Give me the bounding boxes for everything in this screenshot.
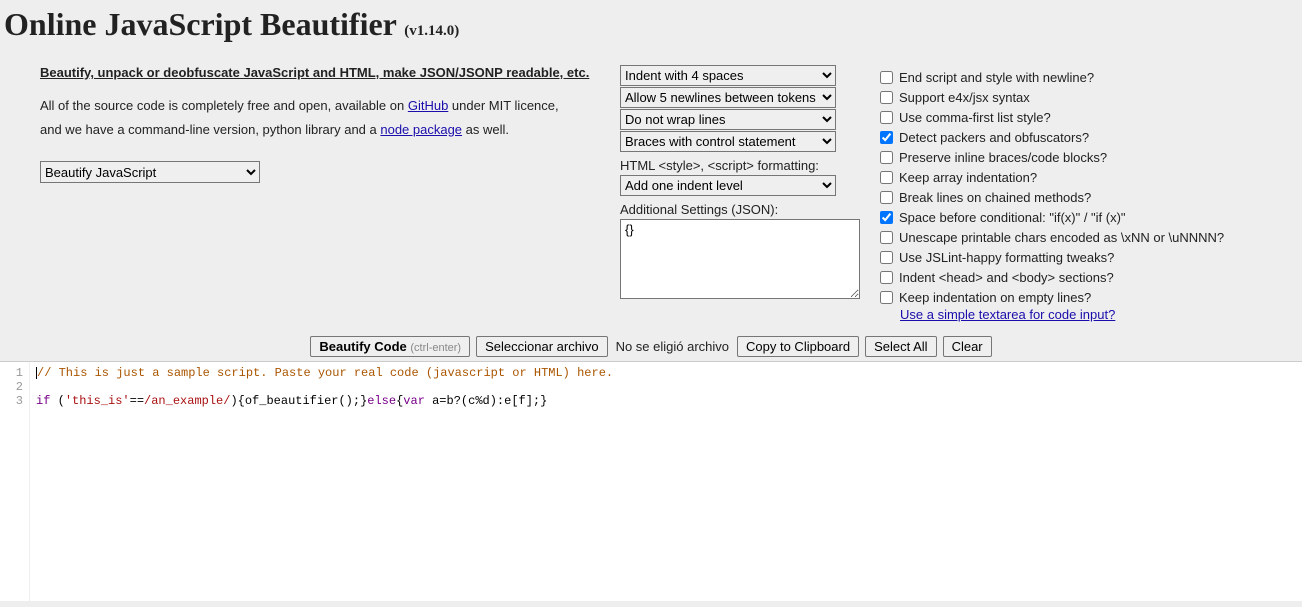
checkbox-label-11: Keep indentation on empty lines? — [899, 290, 1091, 305]
settings-column: Indent with 4 spaces Allow 5 newlines be… — [620, 65, 860, 302]
checkbox-3[interactable] — [880, 131, 893, 144]
code-editor[interactable]: 123 // This is just a sample script. Pas… — [0, 361, 1302, 601]
checkbox-label-6: Break lines on chained methods? — [899, 190, 1091, 205]
checkbox-row-10[interactable]: Indent <head> and <body> sections? — [880, 267, 1262, 287]
checkbox-label-5: Keep array indentation? — [899, 170, 1037, 185]
checkbox-7[interactable] — [880, 211, 893, 224]
checkbox-label-4: Preserve inline braces/code blocks? — [899, 150, 1107, 165]
checkbox-10[interactable] — [880, 271, 893, 284]
checkbox-row-9[interactable]: Use JSLint-happy formatting tweaks? — [880, 247, 1262, 267]
checkbox-row-0[interactable]: End script and style with newline? — [880, 67, 1262, 87]
page-title: Online JavaScript Beautifier (v1.14.0) — [0, 0, 1302, 45]
checkbox-row-3[interactable]: Detect packers and obfuscators? — [880, 127, 1262, 147]
description-column: Beautify, unpack or deobfuscate JavaScri… — [40, 65, 600, 183]
description-line-2: and we have a command-line version, pyth… — [40, 120, 600, 140]
description-line-1: All of the source code is completely fre… — [40, 96, 600, 116]
use-textarea-link[interactable]: Use a simple textarea for code input? — [900, 307, 1115, 322]
checkbox-row-7[interactable]: Space before conditional: "if(x)" / "if … — [880, 207, 1262, 227]
file-select-button[interactable]: Seleccionar archivo — [476, 336, 607, 357]
additional-settings-label: Additional Settings (JSON): — [620, 202, 860, 217]
checkbox-label-10: Indent <head> and <body> sections? — [899, 270, 1114, 285]
checkbox-row-6[interactable]: Break lines on chained methods? — [880, 187, 1262, 207]
checkbox-label-2: Use comma-first list style? — [899, 110, 1051, 125]
html-format-select[interactable]: Add one indent level — [620, 175, 836, 196]
braces-select[interactable]: Braces with control statement — [620, 131, 836, 152]
select-all-button[interactable]: Select All — [865, 336, 936, 357]
no-file-text: No se eligió archivo — [614, 339, 731, 354]
checkbox-4[interactable] — [880, 151, 893, 164]
checkbox-row-4[interactable]: Preserve inline braces/code blocks? — [880, 147, 1262, 167]
language-select[interactable]: Beautify JavaScript — [40, 161, 260, 183]
newlines-select[interactable]: Allow 5 newlines between tokens — [620, 87, 836, 108]
checkbox-9[interactable] — [880, 251, 893, 264]
checkbox-row-8[interactable]: Unescape printable chars encoded as \xNN… — [880, 227, 1262, 247]
checkbox-5[interactable] — [880, 171, 893, 184]
checkbox-6[interactable] — [880, 191, 893, 204]
subtitle: Beautify, unpack or deobfuscate JavaScri… — [40, 65, 600, 80]
checkbox-label-3: Detect packers and obfuscators? — [899, 130, 1089, 145]
action-bar: Beautify Code (ctrl-enter) Seleccionar a… — [0, 332, 1302, 361]
checkbox-label-7: Space before conditional: "if(x)" / "if … — [899, 210, 1126, 225]
github-link[interactable]: GitHub — [408, 98, 448, 113]
options-area: Beautify, unpack or deobfuscate JavaScri… — [0, 45, 1302, 332]
checkbox-label-0: End script and style with newline? — [899, 70, 1094, 85]
copy-button[interactable]: Copy to Clipboard — [737, 336, 859, 357]
checkbox-label-8: Unescape printable chars encoded as \xNN… — [899, 230, 1224, 245]
checkbox-row-5[interactable]: Keep array indentation? — [880, 167, 1262, 187]
checkbox-0[interactable] — [880, 71, 893, 84]
checkbox-row-1[interactable]: Support e4x/jsx syntax — [880, 87, 1262, 107]
checkbox-2[interactable] — [880, 111, 893, 124]
line-gutter: 123 — [0, 362, 30, 601]
version-text: (v1.14.0) — [404, 23, 459, 39]
checkbox-label-9: Use JSLint-happy formatting tweaks? — [899, 250, 1114, 265]
code-content[interactable]: // This is just a sample script. Paste y… — [30, 362, 1302, 601]
checkbox-1[interactable] — [880, 91, 893, 104]
wrap-select[interactable]: Do not wrap lines — [620, 109, 836, 130]
checkbox-column: End script and style with newline? Suppor… — [880, 65, 1262, 322]
node-package-link[interactable]: node package — [380, 122, 462, 137]
indent-select[interactable]: Indent with 4 spaces — [620, 65, 836, 86]
title-text: Online JavaScript Beautifier — [4, 6, 396, 42]
beautify-button[interactable]: Beautify Code (ctrl-enter) — [310, 336, 470, 357]
checkbox-8[interactable] — [880, 231, 893, 244]
html-format-label: HTML <style>, <script> formatting: — [620, 158, 860, 173]
additional-settings-input[interactable]: {} — [620, 219, 860, 299]
checkbox-11[interactable] — [880, 291, 893, 304]
checkbox-row-2[interactable]: Use comma-first list style? — [880, 107, 1262, 127]
checkbox-row-11[interactable]: Keep indentation on empty lines? — [880, 287, 1262, 307]
checkbox-label-1: Support e4x/jsx syntax — [899, 90, 1030, 105]
clear-button[interactable]: Clear — [943, 336, 992, 357]
